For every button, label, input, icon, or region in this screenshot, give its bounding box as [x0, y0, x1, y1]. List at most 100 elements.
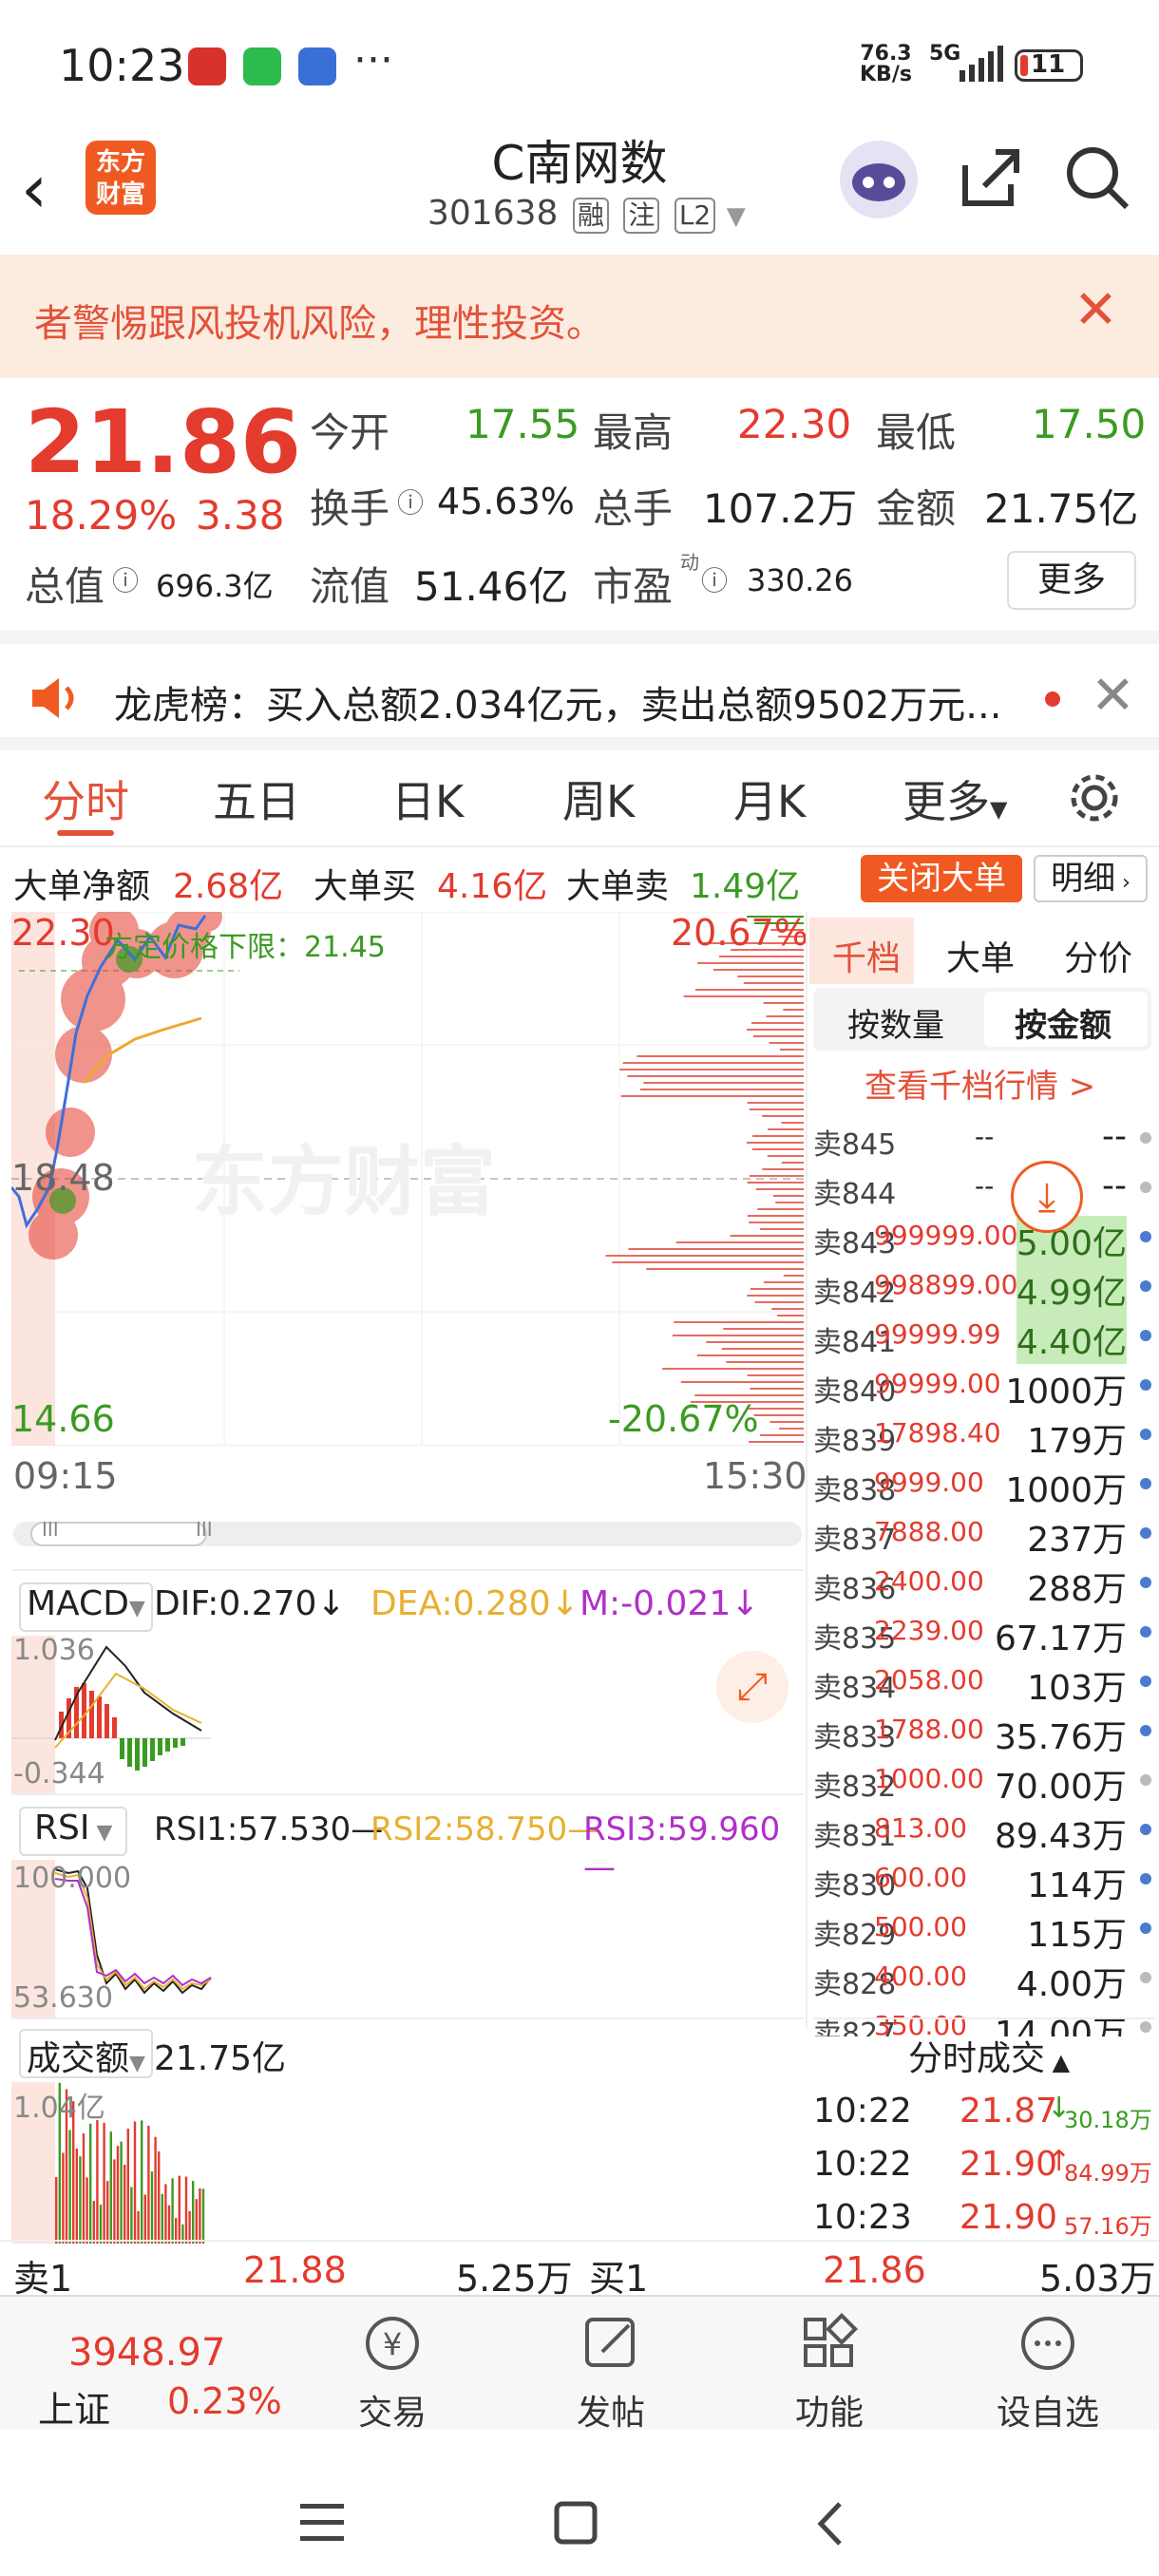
slider-handle-left-icon[interactable]: III: [42, 1518, 59, 1541]
depth-bar: [771, 1308, 804, 1310]
network-type: 5G: [929, 42, 961, 66]
rsi-selector[interactable]: RSI ▼: [19, 1807, 128, 1856]
dropdown-caret-icon[interactable]: ▼: [727, 202, 746, 231]
tab-thousand-level[interactable]: 千档: [832, 931, 901, 980]
search-icon[interactable]: [1064, 144, 1130, 211]
volume-panel[interactable]: 成交额▼ 21.75亿 1.04亿: [11, 2017, 804, 2244]
orderbook-row[interactable]: 卖838 9999.00 1000万: [813, 1459, 1155, 1510]
tab-big-order[interactable]: 大单: [946, 931, 1015, 980]
orderbook-row[interactable]: 卖844 -- --: [813, 1163, 1155, 1212]
tab-daily-k[interactable]: 日K: [391, 767, 464, 830]
index-pct: 0.23%: [167, 2380, 282, 2422]
detail-button[interactable]: 明细 ›: [1034, 855, 1148, 902]
tick-row: 10:22 21.87 ↓ 30.18万: [813, 2086, 1155, 2139]
close-icon[interactable]: ✕: [1074, 279, 1118, 341]
macd-panel[interactable]: MACD▼ DIF:0.270↓ DEA:0.280↓ M:-0.021↓ 1.…: [11, 1569, 804, 1795]
back-nav-icon[interactable]: [811, 2500, 849, 2548]
orderbook-row[interactable]: 卖834 2058.00 103万: [813, 1657, 1155, 1708]
volume-bar: [82, 2133, 86, 2244]
orderbook-row[interactable]: 卖837 7888.00 237万: [813, 1508, 1155, 1560]
depth-bar: [766, 1015, 804, 1017]
macd-selector[interactable]: MACD▼: [19, 1582, 153, 1632]
info-icon[interactable]: ⓘ: [112, 560, 139, 598]
depth-bar: [748, 1441, 804, 1443]
tab-monthly-k[interactable]: 月K: [733, 767, 806, 830]
announcement-bar[interactable]: 龙虎榜：买入总额2.034亿元，卖出总额9502万元... ✕: [0, 644, 1159, 750]
mktcap-value: 696.3亿: [156, 568, 274, 604]
range-slider-track[interactable]: III III: [13, 1518, 802, 1546]
chart-tabs: 分时 五日 日K 周K 月K 更多▼: [0, 750, 1159, 847]
level-price: --: [975, 1121, 995, 1152]
float-value: 51.46亿: [414, 563, 569, 610]
level-price: 2239.00: [874, 1615, 984, 1646]
slider-handle-right-icon[interactable]: III: [196, 1518, 213, 1541]
orderbook-row[interactable]: 卖832 1000.00 70.00万: [813, 1755, 1155, 1807]
orderbook-row[interactable]: 卖836 2400.00 288万: [813, 1558, 1155, 1609]
info-icon[interactable]: ⓘ: [701, 560, 728, 598]
add-watchlist-button[interactable]: 设自选: [977, 2297, 1119, 2434]
tick-volume: 57.16万: [1064, 2213, 1152, 2240]
share-icon[interactable]: [958, 144, 1024, 211]
level-dot: [1140, 1231, 1151, 1242]
orderbook-row[interactable]: 卖845 -- --: [813, 1113, 1155, 1163]
orderbook-row[interactable]: 卖840 99999.00 1000万: [813, 1360, 1155, 1411]
tab-price-dist[interactable]: 分价: [1064, 931, 1132, 980]
macd-dif-value: DIF:0.270: [154, 1584, 317, 1623]
level-dot: [1140, 1429, 1151, 1440]
depth-bar: [775, 1202, 804, 1203]
orderbook-row[interactable]: 卖842 998899.00 4.99亿: [813, 1261, 1155, 1315]
functions-button[interactable]: 功能: [758, 2297, 901, 2434]
close-big-order-button[interactable]: 关闭大单: [861, 855, 1022, 902]
tab-weekly-k[interactable]: 周K: [562, 767, 635, 830]
volume-bar: [68, 2130, 71, 2244]
tag-registration: 注: [623, 198, 660, 234]
tab-intraday[interactable]: 分时: [42, 767, 129, 830]
depth-bar: [730, 1235, 804, 1237]
tab-five-day[interactable]: 五日: [213, 767, 300, 830]
close-icon[interactable]: ✕: [1091, 665, 1135, 727]
tick-time: 10:22: [813, 2092, 912, 2131]
orderbook-row[interactable]: 卖843 999999.00 5.00亿: [813, 1212, 1155, 1265]
post-button[interactable]: 发帖: [540, 2297, 682, 2434]
tab-more[interactable]: 更多▼: [902, 767, 1007, 830]
rsi-panel[interactable]: RSI ▼ RSI1:57.530— RSI2:58.750— RSI3:59.…: [11, 1793, 804, 2019]
stock-code-line: 301638 融 注 L2 ▼: [428, 194, 746, 234]
home-icon[interactable]: [553, 2500, 600, 2548]
unread-dot: [1045, 691, 1060, 707]
macd-m-value: M:-0.021: [580, 1584, 732, 1623]
orderbook-row[interactable]: 卖835 2239.00 67.17万: [813, 1607, 1155, 1658]
volume-selector[interactable]: 成交额▼: [19, 2029, 153, 2078]
ticks-title[interactable]: 分时成交 ▲: [908, 2031, 1070, 2080]
level-volume: 35.76万: [994, 1718, 1127, 1757]
orderbook-row[interactable]: 卖841 99999.99 4.40亿: [813, 1311, 1155, 1364]
trade-button[interactable]: ¥ 交易: [321, 2297, 464, 2434]
mode-by-quantity[interactable]: 按数量: [847, 999, 944, 1046]
orderbook-row[interactable]: 卖833 1788.00 35.76万: [813, 1706, 1155, 1757]
assistant-avatar[interactable]: [840, 141, 918, 218]
info-icon[interactable]: ⓘ: [397, 483, 424, 521]
index-ticker[interactable]: 3948.97 上证 0.23%: [38, 2306, 285, 2431]
level-price: 600.00: [874, 1862, 967, 1893]
svg-text:¥: ¥: [383, 2326, 402, 2362]
intraday-chart[interactable]: 22.30 方定价格下限：21.45 20.67% 18.48 东方财富 14.…: [10, 901, 808, 1447]
depth-bar: [719, 956, 804, 957]
level-price: 400.00: [874, 1960, 967, 1992]
orderbook-row[interactable]: 卖839 17898.40 179万: [813, 1410, 1155, 1461]
level-dot: [1140, 1280, 1151, 1292]
expand-icon[interactable]: ⤢: [716, 1651, 788, 1723]
orderbook-row[interactable]: 卖828 400.00 4.00万: [813, 1953, 1155, 2004]
depth-bar: [721, 1348, 804, 1350]
more-button[interactable]: 更多: [1007, 551, 1136, 610]
caret-up-icon: ▲: [1045, 2049, 1071, 2075]
detail-label: 明细: [1051, 860, 1116, 898]
mode-by-amount[interactable]: 按金额: [1015, 999, 1112, 1046]
orderbook-row[interactable]: 卖829 500.00 115万: [813, 1904, 1155, 1955]
orderbook-row[interactable]: 卖831 813.00 89.43万: [813, 1805, 1155, 1856]
level-dot: [1140, 1873, 1151, 1885]
view-thousand-level-link[interactable]: 查看千档行情 >: [864, 1060, 1095, 1107]
gear-icon[interactable]: [1066, 769, 1123, 826]
download-icon[interactable]: ⤓: [1011, 1161, 1083, 1233]
depth-bar: [726, 1361, 804, 1363]
orderbook-row[interactable]: 卖830 600.00 114万: [813, 1854, 1155, 1905]
menu-icon[interactable]: [300, 2502, 348, 2544]
